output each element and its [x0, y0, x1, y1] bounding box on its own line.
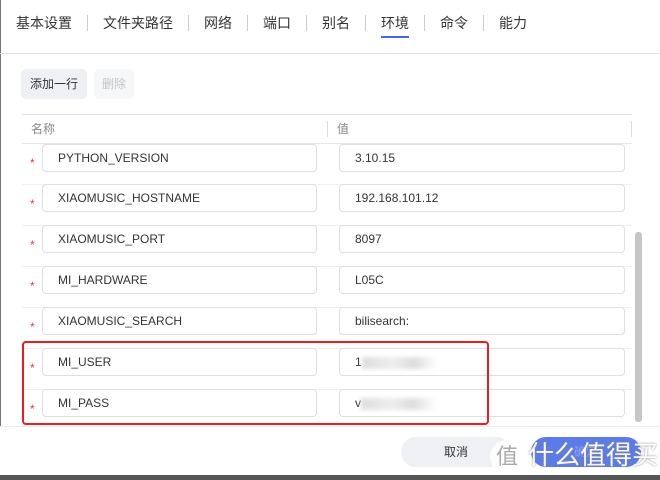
env-value-text: bilisearch:: [355, 314, 410, 328]
tab-network[interactable]: 网络: [204, 0, 232, 54]
env-name-input[interactable]: PYTHON_VERSION: [42, 144, 317, 172]
env-value-input[interactable]: 3.10.15: [339, 144, 625, 172]
tab-divider: [188, 14, 189, 31]
watermark: 值什么值得买: [490, 435, 658, 474]
tab-bar: 基本设置 文件夹路径 网络 端口 别名 环境 命令 能力: [0, 0, 660, 54]
tab-divider: [87, 14, 88, 31]
add-row-button[interactable]: 添加一行: [21, 69, 87, 99]
tab-divider: [365, 14, 366, 31]
column-divider[interactable]: [631, 121, 632, 137]
env-name-input[interactable]: XIAOMUSIC_PORT: [42, 225, 317, 253]
highlight-box: [22, 341, 489, 425]
tab-divider: [247, 14, 248, 31]
env-value-input[interactable]: 192.168.101.12: [339, 184, 625, 212]
tab-divider: [306, 14, 307, 31]
required-mark: *: [30, 197, 35, 211]
tab-divider: [483, 14, 484, 31]
window-edge: [0, 0, 1, 480]
env-value-text: 3.10.15: [355, 151, 396, 165]
header-name: 名称: [31, 122, 56, 136]
required-mark: *: [30, 156, 35, 170]
table-header: 名称 值: [22, 114, 632, 144]
env-value-text: L05C: [355, 273, 384, 287]
tab-basic[interactable]: 基本设置: [16, 0, 72, 54]
column-divider[interactable]: [327, 121, 328, 137]
tab-divider: [424, 14, 425, 31]
header-value: 值: [337, 122, 350, 136]
env-name-input[interactable]: XIAOMUSIC_SEARCH: [42, 307, 317, 335]
tab-folders[interactable]: 文件夹路径: [103, 0, 173, 54]
tab-alias[interactable]: 别名: [322, 0, 350, 54]
tab-environment[interactable]: 环境: [381, 0, 409, 54]
env-value-input[interactable]: L05C: [339, 266, 625, 294]
env-name-input[interactable]: XIAOMUSIC_HOSTNAME: [42, 184, 317, 212]
table-row: * MI_HARDWARE L05C: [22, 266, 632, 308]
env-value-input[interactable]: bilisearch:: [339, 307, 625, 335]
scrollbar[interactable]: [635, 232, 642, 422]
required-mark: *: [30, 238, 35, 252]
env-value-text: 192.168.101.12: [355, 191, 439, 205]
tab-capabilities[interactable]: 能力: [499, 0, 527, 54]
tab-ports[interactable]: 端口: [263, 0, 291, 54]
env-value-input[interactable]: 8097: [339, 225, 625, 253]
table-row: * XIAOMUSIC_PORT 8097: [22, 225, 632, 267]
watermark-logo-icon: 值: [490, 440, 524, 474]
env-value-text: 8097: [355, 232, 382, 246]
table-row: * XIAOMUSIC_HOSTNAME 192.168.101.12: [22, 184, 632, 226]
required-mark: *: [30, 320, 35, 334]
table-row: * PYTHON_VERSION 3.10.15: [22, 144, 632, 185]
tab-commands[interactable]: 命令: [440, 0, 468, 54]
watermark-text: 什么值得买: [528, 440, 659, 470]
env-name-input[interactable]: MI_HARDWARE: [42, 266, 317, 294]
required-mark: *: [30, 279, 35, 293]
window-bottom-edge: [0, 475, 660, 480]
delete-button[interactable]: 删除: [94, 69, 134, 99]
